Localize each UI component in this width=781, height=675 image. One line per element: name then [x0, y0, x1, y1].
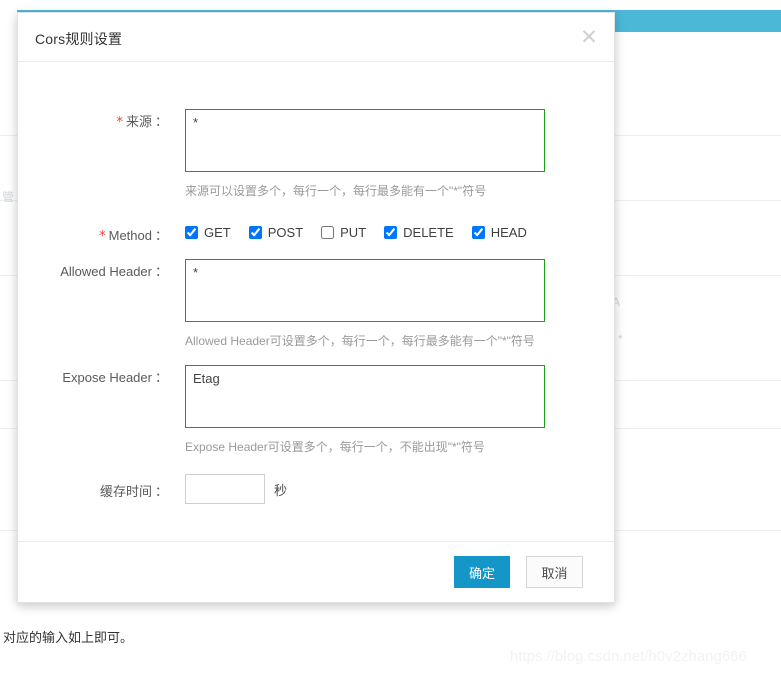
method-checkbox-group: GET POST PUT DELETE HEAD — [185, 223, 545, 241]
method-put-input[interactable] — [321, 225, 335, 239]
background-faint-label: * — [618, 332, 623, 346]
method-delete-input[interactable] — [384, 225, 398, 239]
cache-time-input[interactable] — [185, 474, 265, 504]
expose-header-textarea[interactable] — [185, 365, 545, 428]
method-checkbox-get[interactable]: GET — [185, 225, 231, 240]
allowed-header-control: Allowed Header可设置多个，每行一个，每行最多能有一个"*"符号 — [185, 259, 545, 349]
expose-header-help-text: Expose Header可设置多个，每行一个，不能出现"*"符号 — [185, 440, 485, 454]
method-get-input[interactable] — [185, 225, 198, 239]
origin-help-text: 来源可以设置多个，每行一个，每行最多能有一个"*"符号 — [185, 184, 487, 198]
dialog-header: Cors规则设置 ✕ — [18, 13, 614, 62]
page-caption: 对应的输入如上即可。 — [3, 630, 134, 645]
method-post-input[interactable] — [248, 225, 262, 239]
label-colon: ： — [154, 228, 168, 243]
method-label-text: Method — [108, 228, 152, 243]
expose-header-control: Expose Header可设置多个，每行一个，不能出现"*"符号 — [185, 365, 545, 455]
origin-textarea[interactable] — [185, 109, 545, 172]
method-checkbox-head[interactable]: HEAD — [471, 224, 527, 240]
close-icon[interactable]: ✕ — [576, 24, 602, 50]
cache-time-unit: 秒 — [274, 482, 288, 498]
allowed-header-help-text: Allowed Header可设置多个，每行一个，每行最多能有一个"*"符号 — [185, 334, 535, 348]
method-head-label: HEAD — [490, 224, 527, 240]
method-head-input[interactable] — [471, 225, 485, 239]
allowed-header-textarea[interactable] — [185, 259, 545, 322]
cache-time-label-text: 缓存时间 — [99, 484, 152, 499]
watermark: https://blog.csdn.net/h0v2zhang666 — [510, 648, 747, 665]
origin-label-text: 来源 — [125, 114, 152, 129]
dialog-body: *来源： 来源可以设置多个，每行一个，每行最多能有一个"*"符号 *Method… — [18, 62, 614, 541]
cache-time-label: 缓存时间： — [18, 481, 168, 500]
method-checkbox-post[interactable]: POST — [248, 224, 304, 240]
label-colon: ： — [154, 264, 168, 279]
label-colon: ： — [154, 370, 168, 385]
dialog-footer: 确定 取消 — [18, 541, 614, 602]
label-colon: ： — [154, 114, 168, 129]
origin-label: * 来源： — [18, 111, 168, 130]
method-put-label: PUT — [340, 224, 367, 240]
required-asterisk: * — [99, 229, 106, 244]
method-delete-label: DELETE — [403, 224, 454, 240]
cache-time-control: 秒 — [185, 474, 287, 504]
method-label: * Method： — [18, 225, 168, 244]
allowed-header-label-text: Allowed Header — [60, 264, 152, 279]
cors-rule-dialog: Cors规则设置 ✕ *来源： 来源可以设置多个，每行一个，每行最多能有一个"*… — [17, 12, 615, 603]
expose-header-label-text: Expose Header — [62, 370, 152, 385]
dialog-title: Cors规则设置 — [35, 31, 123, 47]
allowed-header-label: Allowed Header： — [18, 261, 168, 280]
cache-time-wrap: 秒 — [185, 474, 287, 504]
confirm-button[interactable]: 确定 — [454, 556, 510, 588]
method-get-label: GET — [204, 224, 231, 240]
label-colon: ： — [154, 484, 168, 499]
method-checkbox-put[interactable]: PUT — [321, 225, 366, 240]
expose-header-label: Expose Header： — [18, 367, 168, 386]
required-asterisk: * — [116, 115, 123, 130]
method-checkbox-delete[interactable]: DELETE — [384, 225, 454, 240]
origin-control: 来源可以设置多个，每行一个，每行最多能有一个"*"符号 — [185, 109, 545, 199]
method-control: GET POST PUT DELETE HEAD — [185, 223, 545, 241]
method-post-label: POST — [267, 224, 304, 240]
background-faint-label: 管 — [2, 190, 15, 204]
cancel-button[interactable]: 取消 — [526, 556, 583, 588]
